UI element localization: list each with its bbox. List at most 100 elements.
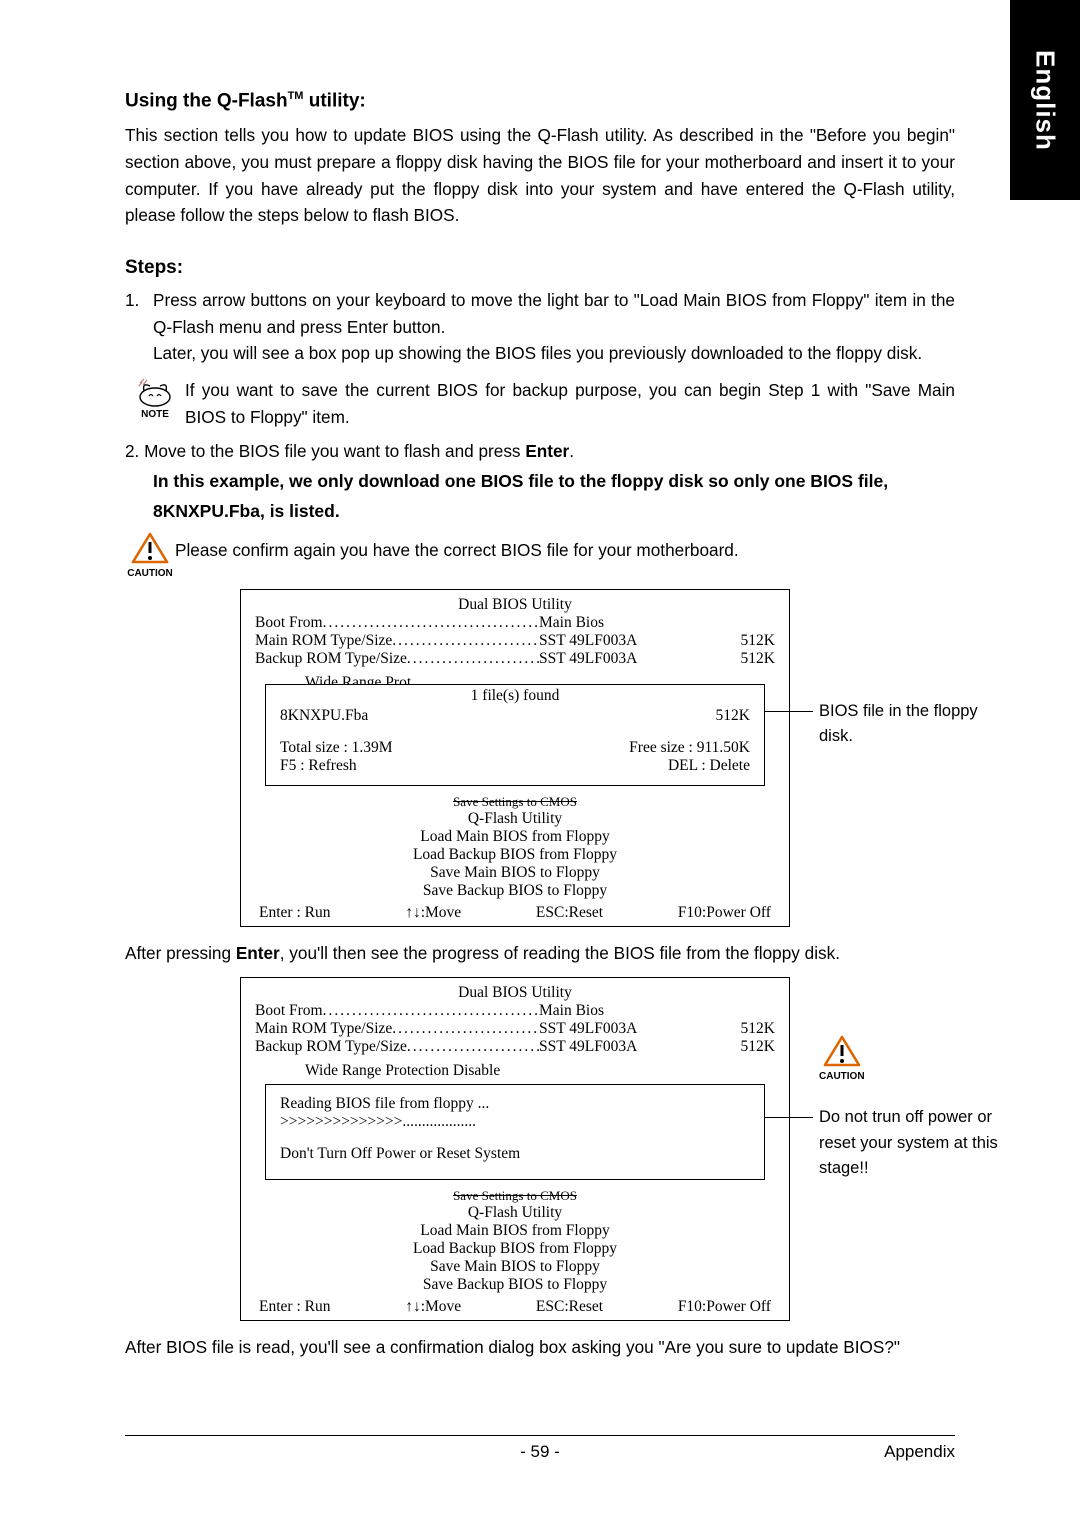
bios2-strike: Save Settings to CMOS	[255, 1188, 775, 1204]
bios1-freesize: Free size : 911.50K	[629, 739, 750, 757]
bootfrom-label: Boot From	[255, 1002, 323, 1020]
note-text: If you want to save the current BIOS for…	[185, 377, 955, 430]
note-icon	[138, 377, 172, 407]
bios1-k-enter: Enter : Run	[259, 904, 330, 922]
steps-heading: Steps:	[125, 257, 955, 279]
page-number: - 59 -	[125, 1442, 955, 1462]
dots: ........................	[407, 1038, 539, 1056]
caution-icon	[823, 1035, 861, 1069]
backuprom-label: Backup ROM Type/Size	[255, 650, 407, 668]
bootfrom-label: Boot From	[255, 614, 323, 632]
bios1-f5: F5 : Refresh	[280, 757, 357, 775]
mainrom-val: SST 49LF003A	[539, 632, 719, 650]
after-enter-bold: Enter	[236, 943, 280, 963]
bios1-filerow: 8KNXPU.Fba 512K	[280, 707, 750, 725]
bios2-backuprom: Backup ROM Type/Size ...................…	[255, 1038, 775, 1056]
heading-suffix: utility:	[303, 90, 365, 111]
bold-line-1: In this example, we only download one BI…	[153, 471, 888, 491]
after-enter-suffix: , you'll then see the progress of readin…	[280, 943, 840, 963]
heading-using-qflash: Using the Q-FlashTM utility:	[125, 90, 955, 112]
backuprom-k: 512K	[719, 1038, 775, 1056]
bios2-progressbox: Reading BIOS file from floppy ... >>>>>>…	[265, 1084, 765, 1180]
bios1-del: DEL : Delete	[668, 757, 750, 775]
step-1a-text: Press arrow buttons on your keyboard to …	[153, 290, 955, 337]
dots: ...............................	[392, 1020, 539, 1038]
intro-paragraph: This section tells you how to update BIO…	[125, 122, 955, 229]
bootfrom-val: Main Bios	[539, 1002, 719, 1020]
dots: ...............................	[392, 632, 539, 650]
mainrom-val: SST 49LF003A	[539, 1020, 719, 1038]
bios-screenshot-1: Dual BIOS Utility Boot From ............…	[125, 589, 955, 927]
caution-block: CAUTION Please confirm again you have th…	[125, 532, 955, 579]
backuprom-val: SST 49LF003A	[539, 1038, 719, 1056]
bios-box-1: Dual BIOS Utility Boot From ............…	[240, 589, 790, 927]
bootfrom-k	[719, 614, 775, 632]
bios-screenshot-2: Dual BIOS Utility Boot From ............…	[125, 977, 955, 1321]
bios1-k-esc: ESC:Reset	[536, 904, 603, 922]
backuprom-k: 512K	[719, 650, 775, 668]
bios2-k-esc: ESC:Reset	[536, 1298, 603, 1316]
bootfrom-k	[719, 1002, 775, 1020]
bios2-title: Dual BIOS Utility	[255, 984, 775, 1002]
bios1-filebox: 1 file(s) found 8KNXPU.Fba 512K Total si…	[265, 684, 765, 786]
example-bold-block: In this example, we only download one BI…	[153, 467, 955, 527]
bios1-menu3: Save Main BIOS to Floppy	[255, 864, 775, 882]
bios1-filename: 8KNXPU.Fba	[280, 707, 680, 725]
note-icon-col: NOTE	[125, 377, 185, 430]
page-footer: - 59 - Appendix	[125, 1435, 955, 1462]
bios1-strike: Save Settings to CMOS	[255, 794, 775, 810]
bios1-backuprom: Backup ROM Type/Size ...................…	[255, 650, 775, 668]
bios2-qflash: Q-Flash Utility	[255, 1204, 775, 1222]
bios2-bootfrom: Boot From ..............................…	[255, 1002, 775, 1020]
note-block: NOTE If you want to save the current BIO…	[125, 377, 955, 430]
caution-icon-col: CAUTION	[125, 532, 175, 579]
bios1-bootfrom: Boot From ..............................…	[255, 614, 775, 632]
dots: ........................	[407, 650, 539, 668]
caution-icon	[131, 532, 169, 566]
after-read-paragraph: After BIOS file is read, you'll see a co…	[125, 1335, 955, 1361]
bios1-menu1: Load Main BIOS from Floppy	[255, 828, 775, 846]
caution-label-side: CAUTION	[819, 1071, 865, 1082]
bold-line-2: 8KNXPU.Fba, is listed.	[153, 501, 340, 521]
mainrom-k: 512K	[719, 632, 775, 650]
heading-prefix: Using the Q-Flash	[125, 90, 288, 111]
step-2-enter: Enter	[525, 441, 569, 461]
bios1-mainrom: Main ROM Type/Size .....................…	[255, 632, 775, 650]
step-2: 2. Move to the BIOS file you want to fla…	[125, 438, 955, 465]
bios2-k-f10: F10:Power Off	[678, 1298, 771, 1316]
backuprom-val: SST 49LF003A	[539, 650, 719, 668]
note-label: NOTE	[141, 409, 169, 420]
bios2-menu4: Save Backup BIOS to Floppy	[255, 1276, 775, 1294]
step-2-prefix: 2. Move to the BIOS file you want to fla…	[125, 441, 525, 461]
step-1-number: 1.	[125, 287, 153, 367]
bios2-progress: >>>>>>>>>>>>>>...................	[280, 1113, 750, 1131]
bios2-widerange: Wide Range Protection Disable	[305, 1062, 775, 1080]
bootfrom-val: Main Bios	[539, 614, 719, 632]
dots: ........................................…	[323, 614, 539, 632]
step-2-suffix: .	[569, 441, 574, 461]
bios2-bottomkeys: Enter : Run ↑↓:Move ESC:Reset F10:Power …	[255, 1298, 775, 1316]
tm-mark: TM	[288, 90, 304, 102]
callout-2-text: Do not trun off power or reset your syst…	[819, 1105, 1019, 1182]
bios1-k-move: ↑↓:Move	[405, 904, 461, 922]
backuprom-label: Backup ROM Type/Size	[255, 1038, 407, 1056]
callout-1-text: BIOS file in the floppy disk.	[819, 699, 1009, 749]
bios1-filesfound: 1 file(s) found	[280, 687, 750, 705]
bios2-warn: Don't Turn Off Power or Reset System	[280, 1145, 750, 1163]
after-enter-paragraph: After pressing Enter, you'll then see th…	[125, 941, 955, 967]
mainrom-label: Main ROM Type/Size	[255, 632, 392, 650]
language-tab: English	[1010, 0, 1080, 200]
bios1-totalsize: Total size : 1.39M	[280, 739, 393, 757]
bios-box-2: Dual BIOS Utility Boot From ............…	[240, 977, 790, 1321]
bios1-title: Dual BIOS Utility	[255, 596, 775, 614]
caution-text: Please confirm again you have the correc…	[175, 532, 955, 579]
after-enter-prefix: After pressing	[125, 943, 236, 963]
bios1-menu2: Load Backup BIOS from Floppy	[255, 846, 775, 864]
step-1-body: Press arrow buttons on your keyboard to …	[153, 287, 955, 367]
step-1: 1. Press arrow buttons on your keyboard …	[125, 287, 955, 367]
bios1-menu4: Save Backup BIOS to Floppy	[255, 882, 775, 900]
page-content: Using the Q-FlashTM utility: This sectio…	[125, 90, 955, 1361]
caution-side: CAUTION	[819, 1035, 865, 1082]
bios2-k-move: ↑↓:Move	[405, 1298, 461, 1316]
bios1-sizes: Total size : 1.39M Free size : 911.50K	[280, 739, 750, 757]
